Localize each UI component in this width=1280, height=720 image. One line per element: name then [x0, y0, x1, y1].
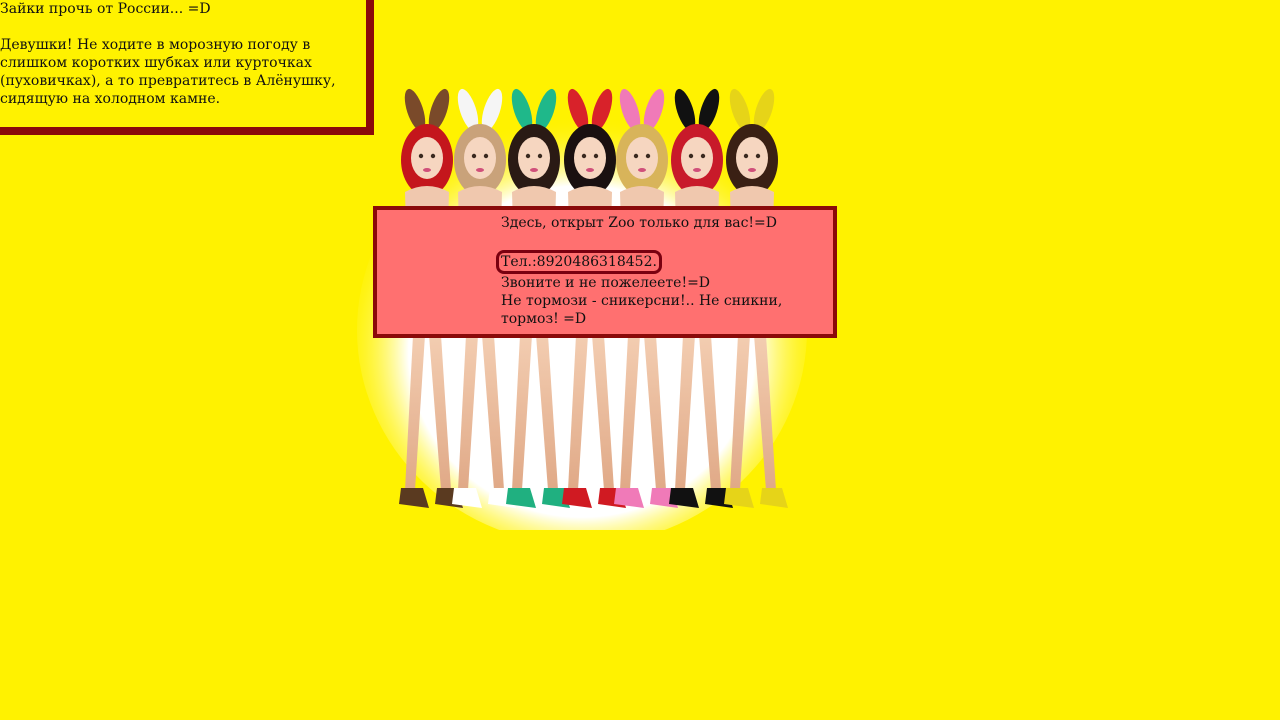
info-box: Здесь, открыт Zoo только для вас!=D Тел.… — [373, 206, 837, 338]
info-slogan: Не тормози - сникерсни!.. Не сникни, тор… — [501, 293, 783, 327]
info-call: Звоните и не пожелеете!=D — [501, 275, 711, 291]
info-headline: Здесь, открыт Zoo только для вас!=D — [501, 215, 778, 231]
warning-box: Зайки прочь от России... =D Девушки! Не … — [0, 0, 374, 135]
warning-title: Зайки прочь от России... =D — [0, 1, 211, 17]
page: Зайки прочь от России... =D Девушки! Не … — [0, 0, 1280, 720]
info-text: Здесь, открыт Zoo только для вас!=D Тел.… — [496, 214, 821, 328]
phone-number[interactable]: Тел.:8920486318452. — [496, 250, 662, 274]
warning-text: Девушки! Не ходите в морозную погоду в с… — [0, 37, 336, 107]
warning-note: (Предупреждение) =D — [0, 126, 366, 127]
